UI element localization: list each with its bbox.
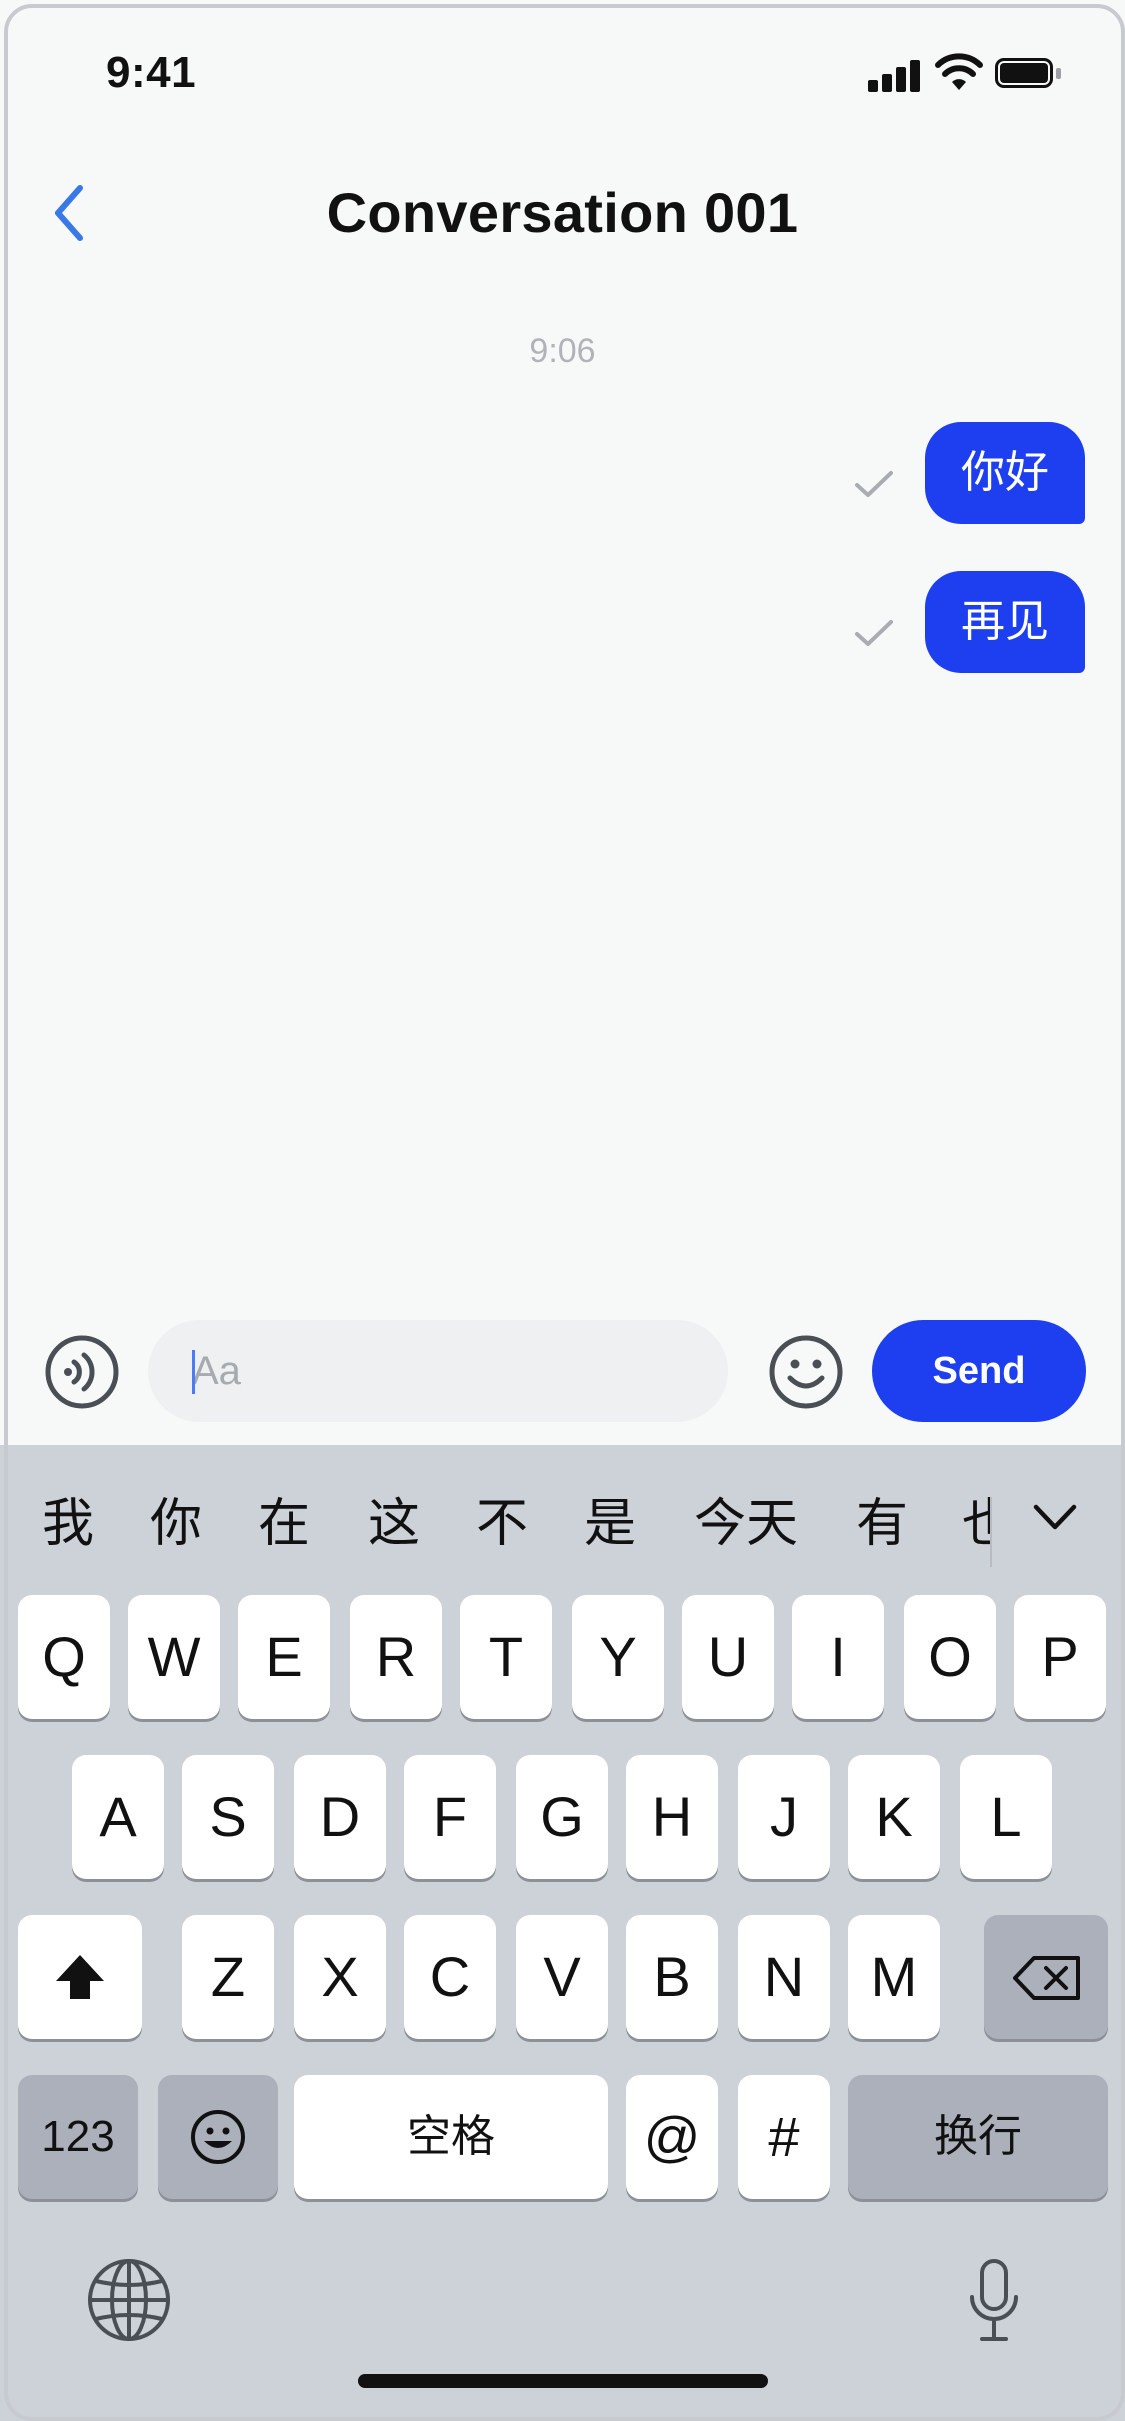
key-u[interactable]: U — [682, 1595, 774, 1719]
space-key[interactable]: 空格 — [294, 2075, 608, 2199]
key-h[interactable]: H — [626, 1755, 718, 1879]
outgoing-message-bubble[interactable]: 你好 — [925, 422, 1085, 524]
candidate-word[interactable]: 不 — [476, 1481, 528, 1556]
key-b[interactable]: B — [626, 1915, 718, 2039]
key-k[interactable]: K — [848, 1755, 940, 1879]
outgoing-message-bubble[interactable]: 再见 — [925, 571, 1085, 673]
message-row: 再见 — [853, 571, 1085, 673]
battery-icon — [995, 58, 1065, 92]
key-e[interactable]: E — [238, 1595, 330, 1719]
candidate-bar: 我 你 在 这 不 是 今天 有 也 — [0, 1445, 1125, 1585]
at-key[interactable]: @ — [626, 2075, 718, 2199]
candidate-word[interactable]: 你 — [150, 1481, 202, 1556]
candidate-word[interactable]: 是 — [584, 1481, 636, 1556]
wifi-icon — [935, 53, 983, 90]
microphone-icon[interactable] — [966, 2257, 1022, 2347]
key-l[interactable]: L — [960, 1755, 1052, 1879]
voice-input-icon[interactable] — [44, 1334, 120, 1410]
key-f[interactable]: F — [404, 1755, 496, 1879]
key-q[interactable]: Q — [18, 1595, 110, 1719]
key-m[interactable]: M — [848, 1915, 940, 2039]
key-s[interactable]: S — [182, 1755, 274, 1879]
numbers-key[interactable]: 123 — [18, 2075, 138, 2199]
key-y[interactable]: Y — [572, 1595, 664, 1719]
sent-check-icon — [855, 471, 893, 497]
message-input[interactable]: Aa — [148, 1320, 728, 1422]
key-w[interactable]: W — [128, 1595, 220, 1719]
candidate-word[interactable]: 我 — [42, 1481, 94, 1556]
key-j[interactable]: J — [738, 1755, 830, 1879]
message-input-placeholder: Aa — [192, 1349, 241, 1393]
key-x[interactable]: X — [294, 1915, 386, 2039]
key-r[interactable]: R — [350, 1595, 442, 1719]
emoji-keyboard-icon — [191, 2110, 245, 2164]
key-a[interactable]: A — [72, 1755, 164, 1879]
candidate-word[interactable]: 这 — [368, 1481, 420, 1556]
composer-bar: Aa Send — [0, 1310, 1125, 1440]
return-key[interactable]: 换行 — [848, 2075, 1108, 2199]
sent-check-icon — [855, 620, 893, 646]
candidate-word[interactable]: 也 — [962, 1481, 990, 1556]
chat-screen: 9:41 Conversation 001 9:06 你好 再见 Aa Send — [0, 0, 1125, 1445]
status-bar: 9:41 — [0, 0, 1125, 150]
message-row: 你好 — [853, 422, 1085, 524]
key-p[interactable]: P — [1014, 1595, 1106, 1719]
key-n[interactable]: N — [738, 1915, 830, 2039]
hash-key[interactable]: # — [738, 2075, 830, 2199]
status-time: 9:41 — [106, 48, 197, 97]
emoji-key[interactable] — [158, 2075, 278, 2199]
text-caret — [192, 1350, 195, 1394]
key-o[interactable]: O — [904, 1595, 996, 1719]
message-list: 9:06 你好 再见 — [0, 300, 1125, 1300]
keyboard: 我 你 在 这 不 是 今天 有 也 Q W E R T Y U I O P A… — [0, 1445, 1125, 2421]
shift-icon — [56, 1955, 104, 1999]
key-d[interactable]: D — [294, 1755, 386, 1879]
conversation-title: Conversation 001 — [326, 181, 799, 244]
key-i[interactable]: I — [792, 1595, 884, 1719]
emoji-icon[interactable] — [768, 1334, 844, 1410]
candidate-word[interactable]: 今天 — [694, 1481, 798, 1556]
message-timestamp: 9:06 — [529, 332, 596, 370]
key-c[interactable]: C — [404, 1915, 496, 2039]
home-indicator[interactable] — [358, 2374, 768, 2388]
delete-key[interactable] — [984, 1915, 1108, 2039]
phone-screen: 9:41 Conversation 001 9:06 你好 再见 Aa Send… — [0, 0, 1125, 2421]
key-g[interactable]: G — [516, 1755, 608, 1879]
candidate-word[interactable]: 有 — [856, 1481, 908, 1556]
chevron-down-icon[interactable] — [1030, 1497, 1080, 1537]
navigation-bar: Conversation 001 — [0, 150, 1125, 270]
send-button[interactable]: Send — [872, 1320, 1086, 1422]
candidate-divider — [990, 1497, 992, 1567]
globe-icon[interactable] — [86, 2257, 172, 2343]
backspace-icon — [1013, 1956, 1080, 2000]
key-z[interactable]: Z — [182, 1915, 274, 2039]
cellular-signal-icon — [868, 58, 924, 92]
candidate-word[interactable]: 在 — [258, 1481, 310, 1556]
key-t[interactable]: T — [460, 1595, 552, 1719]
shift-key[interactable] — [18, 1915, 142, 2039]
key-v[interactable]: V — [516, 1915, 608, 2039]
